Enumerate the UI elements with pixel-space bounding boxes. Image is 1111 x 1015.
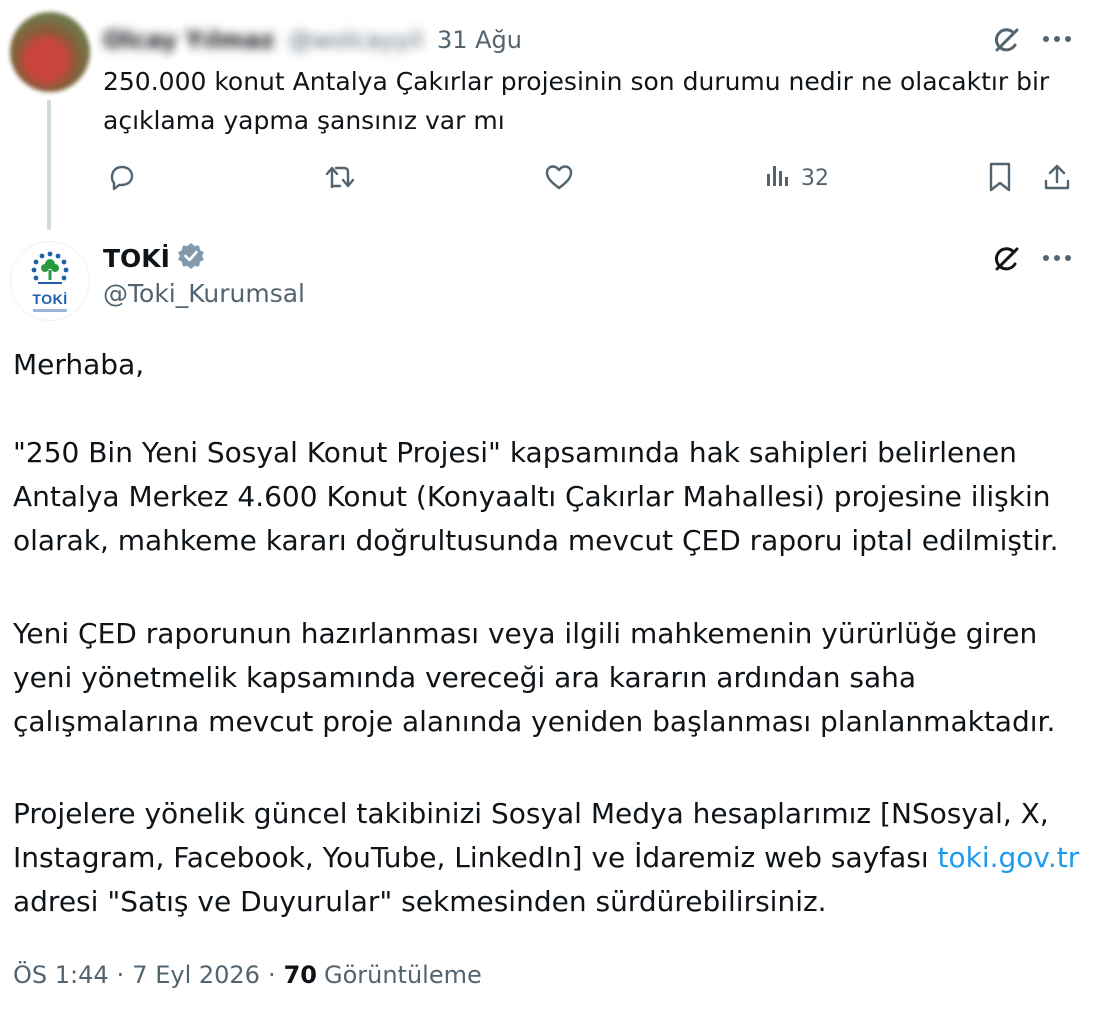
views-icon [765, 162, 791, 194]
reply-icon[interactable] [104, 160, 138, 194]
toki-logo-text: TOKİ [32, 291, 68, 307]
tweet-meta: ÖS 1:44 · 7 Eyl 2026 · 70 Görüntüleme [13, 957, 482, 993]
more-icon[interactable] [1040, 243, 1074, 273]
tweet-paragraph-3-end: adresi "Satış ve Duyurular" sekmesinden … [13, 885, 827, 918]
tweet-paragraph-2: Yeni ÇED raporunun hazırlanması veya ilg… [13, 617, 1056, 738]
toki-avatar[interactable]: TOKİ [10, 241, 90, 321]
like-icon[interactable] [542, 160, 576, 194]
grok-icon[interactable] [988, 241, 1026, 275]
tweet-views-label: Görüntüleme [323, 961, 482, 989]
reply-header: Olcay Yılmaz @wolcayyil 31 Ağu [103, 22, 522, 58]
tweet-author-handle[interactable]: @Toki_Kurumsal [103, 279, 305, 308]
grok-icon[interactable] [988, 22, 1026, 56]
tweet-time[interactable]: ÖS 1:44 [13, 961, 109, 989]
tweet-views-count: 70 [283, 961, 317, 989]
tweet-paragraph-3: Projelere yönelik güncel takibinizi Sosy… [13, 792, 1098, 924]
reply-author-handle[interactable]: @wolcayyil [288, 26, 423, 54]
tweet-paragraph-3-text: Projelere yönelik güncel takibinizi Sosy… [13, 797, 1049, 874]
share-icon[interactable] [1040, 160, 1074, 194]
toki-logo-underline [33, 309, 67, 312]
tweet-author-name[interactable]: TOKİ [103, 244, 170, 273]
reply-text: 250.000 konut Antalya Çakırlar projesini… [103, 67, 1050, 135]
reply-author-name[interactable]: Olcay Yılmaz [103, 26, 274, 54]
toki-website-link[interactable]: toki.gov.tr [938, 841, 1080, 874]
tweet-date[interactable]: 7 Eyl 2026 [132, 961, 260, 989]
tweet-thread: Olcay Yılmaz @wolcayyil 31 Ağu 250.000 k… [0, 0, 1111, 1015]
retweet-icon[interactable] [322, 160, 358, 194]
thread-connector-line [47, 100, 51, 230]
verified-badge-icon[interactable] [176, 241, 206, 275]
reply-views-count: 32 [801, 165, 829, 191]
meta-separator: · [267, 961, 276, 989]
reply-date[interactable]: 31 Ağu [437, 26, 522, 54]
bookmark-icon[interactable] [984, 160, 1016, 194]
tweet-paragraph-greeting: Merhaba, [13, 348, 145, 381]
tweet-paragraph-1: "250 Bin Yeni Sosyal Konut Projesi" kaps… [13, 436, 1059, 557]
tweet-author-row: TOKİ [103, 240, 206, 276]
toki-logo-icon [31, 251, 69, 284]
reply-author-avatar[interactable] [10, 12, 90, 92]
reply-views[interactable]: 32 [765, 162, 829, 194]
more-icon[interactable] [1040, 24, 1074, 54]
meta-separator: · [116, 961, 125, 989]
